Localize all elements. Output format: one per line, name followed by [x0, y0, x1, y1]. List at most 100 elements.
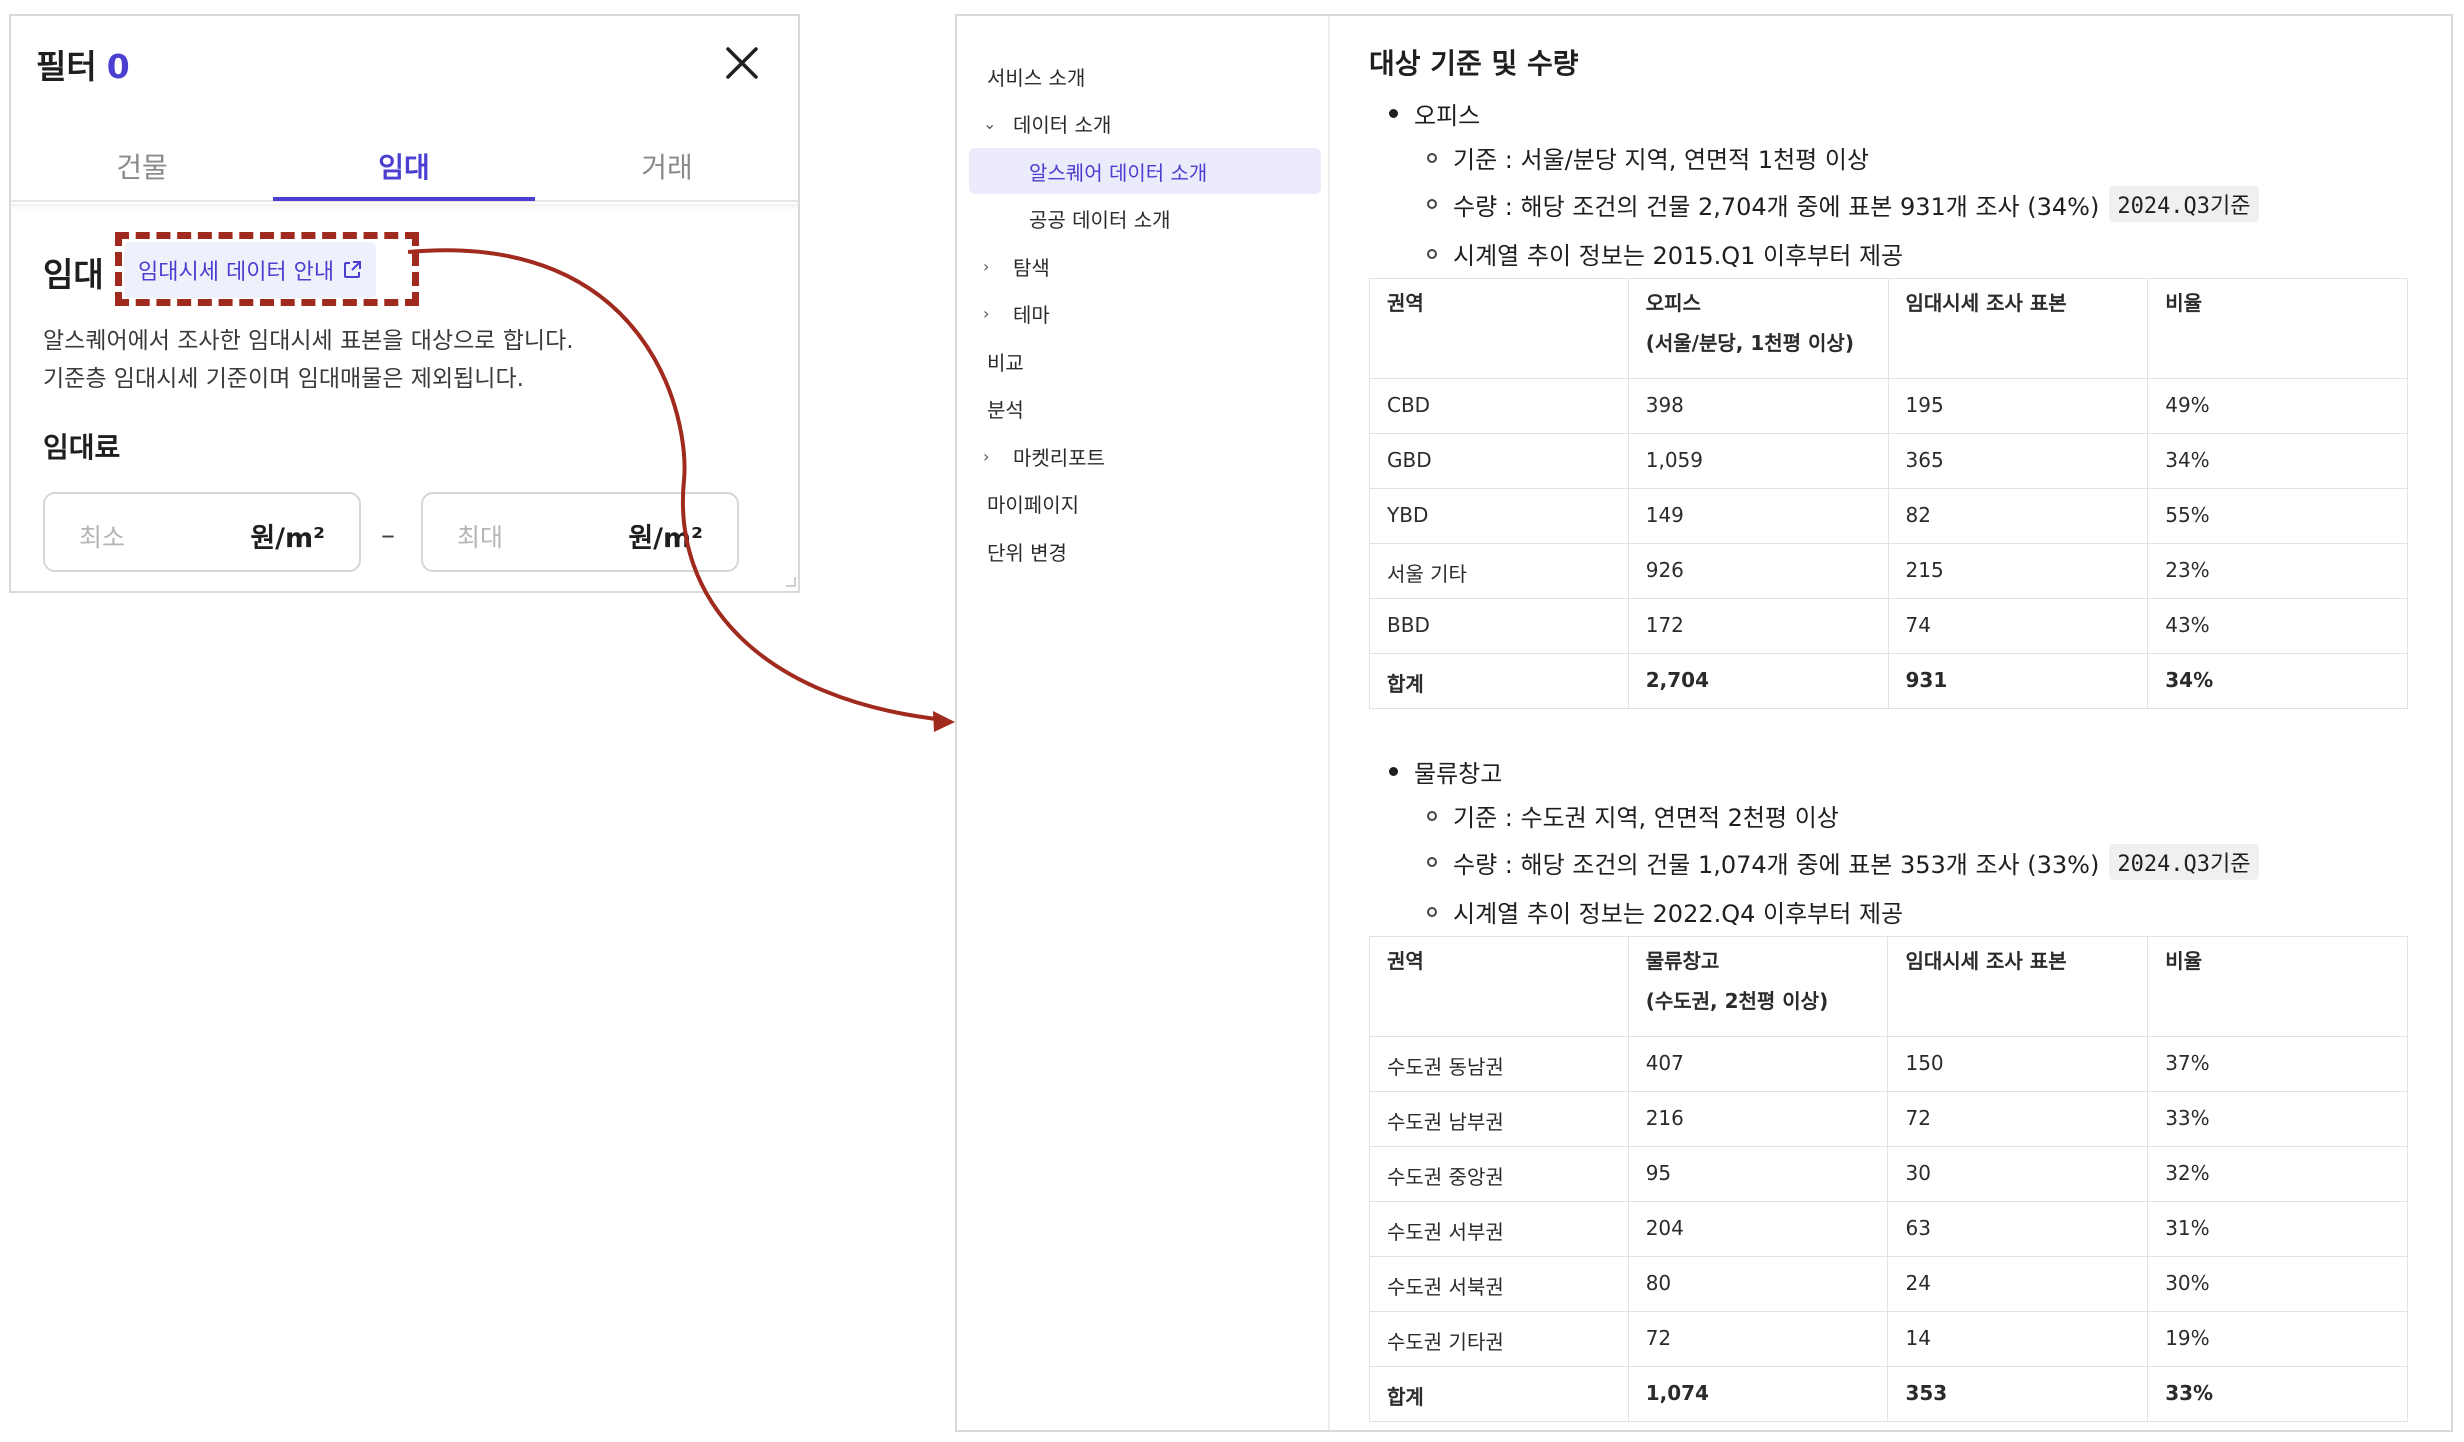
table-cell: 30%: [2147, 1256, 2408, 1312]
table-cell: 수도권 서북권: [1369, 1256, 1629, 1312]
table-cell: 216: [1627, 1091, 1889, 1147]
table-header-row: 권역 오피스 (서울/분당, 1천평 이상) 임대시세 조사 표본 비율: [1369, 278, 2408, 379]
bullet-ring: [1427, 152, 1437, 163]
table-cell: 72: [1887, 1091, 2149, 1147]
table-cell: 407: [1627, 1036, 1889, 1092]
table-cell: 23%: [2147, 543, 2408, 599]
logistics-title: 물류창고: [1414, 760, 1503, 788]
sidebar-item-label: 탐색: [1013, 255, 1050, 280]
column-header: 임대시세 조사 표본: [1887, 936, 2149, 1037]
table-cell: GBD: [1369, 433, 1629, 489]
description-line-1: 알스퀘어에서 조사한 임대시세 표본을 대상으로 합니다.: [43, 328, 574, 354]
rent-min-input[interactable]: 최소 원/m²: [43, 492, 361, 572]
sidebar-item[interactable]: 마이페이지: [969, 481, 1321, 527]
column-header: 임대시세 조사 표본: [1887, 278, 2149, 379]
table-cell: 37%: [2147, 1036, 2408, 1092]
table-total-cell: 353: [1887, 1366, 2149, 1422]
table-cell: 204: [1627, 1201, 1889, 1257]
office-quantity-code-value: 2024.Q3: [2117, 194, 2211, 219]
tab-transaction[interactable]: 거래: [535, 146, 799, 186]
rent-min-placeholder: 최소: [79, 523, 126, 552]
chevron-right-icon: ›: [983, 304, 990, 323]
bullet-ring: [1427, 248, 1437, 259]
bullet-ring: [1427, 857, 1437, 867]
logistics-criteria: 기준 : 수도권 지역, 연면적 2천평 이상: [1427, 798, 1839, 833]
table-cell: 80: [1627, 1256, 1889, 1312]
office-quantity-text: 수량 : 해당 조건의 건물 2,704개 중에 표본 931개 조사 (34%…: [1453, 192, 2100, 221]
table-cell: YBD: [1369, 488, 1629, 544]
office-title: 오피스: [1414, 102, 1481, 130]
rent-max-placeholder: 최대: [457, 523, 504, 552]
chevron-down-icon: ⌄: [983, 114, 997, 133]
filter-header: 필터 0: [11, 16, 798, 106]
table-cell: 195: [1887, 378, 2149, 434]
sidebar-item[interactable]: 서비스 소개: [969, 53, 1321, 99]
sidebar-item[interactable]: › 탐색: [969, 243, 1321, 289]
highlight-dashed-box: [115, 232, 419, 306]
office-quantity-code-suffix: 기준: [2210, 194, 2251, 219]
filter-description: 알스퀘어에서 조사한 임대시세 표본을 대상으로 합니다. 기준층 임대시세 기…: [43, 322, 574, 398]
sidebar-item[interactable]: › 테마: [969, 291, 1321, 337]
table-cell: 365: [1887, 433, 2149, 489]
resize-handle[interactable]: [786, 577, 796, 587]
sidebar-item[interactable]: › 마켓리포트: [969, 433, 1321, 479]
sidebar-item[interactable]: 비교: [969, 338, 1321, 384]
table-total-cell: 33%: [2147, 1366, 2408, 1422]
close-icon[interactable]: [723, 44, 761, 82]
table-cell: 95: [1627, 1146, 1889, 1202]
office-timeseries-text: 시계열 추이 정보는 2015.Q1 이후부터 제공: [1453, 242, 1904, 270]
table-row: GBD 1,059 365 34%: [1369, 433, 2408, 489]
sidebar-item[interactable]: ⌄ 데이터 소개: [969, 101, 1321, 147]
range-separator: –: [381, 518, 395, 551]
office-criteria-text: 기준 : 서울/분당 지역, 연면적 1천평 이상: [1453, 146, 1870, 174]
tab-building[interactable]: 건물: [11, 146, 273, 186]
table-cell: 서울 기타: [1369, 543, 1629, 599]
table-row: 수도권 기타권 72 14 19%: [1369, 1311, 2408, 1367]
table-row: 수도권 동남권 407 150 37%: [1369, 1036, 2408, 1092]
rent-max-unit: 원/m²: [628, 523, 703, 554]
sidebar-item-label: 비교: [987, 350, 1024, 375]
table-row: CBD 398 195 49%: [1369, 378, 2408, 434]
table-cell: 1,059: [1627, 433, 1889, 489]
table-cell: 74: [1887, 598, 2149, 654]
table-cell: CBD: [1369, 378, 1629, 434]
description-line-2: 기준층 임대시세 기준이며 임대매물은 제외됩니다.: [43, 366, 524, 392]
table-header-row: 권역 물류창고 (수도권, 2천평 이상) 임대시세 조사 표본 비율: [1369, 936, 2408, 1037]
chevron-right-icon: ›: [983, 446, 990, 466]
filter-body: 임대 임대시세 데이터 안내 알스퀘어에서 조사한 임대시세 표본을 대상으로 …: [11, 204, 798, 589]
table-cell: 19%: [2147, 1311, 2408, 1367]
chevron-right-icon: ›: [983, 256, 990, 276]
logistics-table: 권역 물류창고 (수도권, 2천평 이상) 임대시세 조사 표본 비율 수도권 동남권 4…: [1369, 936, 2408, 1422]
sidebar-item-label: 알스퀘어 데이터 소개: [1029, 160, 1208, 185]
column-header: 물류창고 (수도권, 2천평 이상): [1627, 936, 1889, 1037]
filter-panel: 필터 0 건물 임대 거래 임대 임대시세 데이터 안내 알스퀘어에서 조사한 임…: [9, 14, 800, 593]
sidebar-item[interactable]: 단위 변경: [969, 528, 1321, 574]
tab-lease[interactable]: 임대: [273, 146, 535, 186]
bullet-ring: [1427, 810, 1437, 821]
table-cell: 72: [1627, 1311, 1889, 1367]
sidebar-item-label: 테마: [1013, 303, 1050, 327]
active-tab-indicator: [273, 197, 535, 201]
office-timeseries: 시계열 추이 정보는 2015.Q1 이후부터 제공: [1427, 236, 1903, 271]
sidebar-item[interactable]: 분석: [969, 386, 1321, 432]
office-criteria: 기준 : 서울/분당 지역, 연면적 1천평 이상: [1427, 140, 1869, 175]
table-cell: 150: [1887, 1036, 2149, 1092]
logistics-timeseries-text: 시계열 추이 정보는 2022.Q4 이후부터 제공: [1453, 900, 1904, 928]
table-cell: 33%: [2147, 1091, 2408, 1147]
sidebar-item-label: 분석: [987, 398, 1024, 422]
filter-title: 필터 0: [36, 40, 130, 88]
sidebar-item[interactable]: 알스퀘어 데이터 소개: [969, 148, 1321, 194]
table-cell: 49%: [2147, 378, 2408, 434]
rent-max-input[interactable]: 최대 원/m²: [421, 492, 739, 572]
section-heading: 대상 기준 및 수량: [1369, 47, 1579, 80]
bullet-dot: [1389, 109, 1398, 118]
table-total-cell: 1,074: [1627, 1366, 1889, 1422]
office-quantity: 수량 : 해당 조건의 건물 2,704개 중에 표본 931개 조사 (34%…: [1427, 186, 2259, 222]
table-total-row: 합계 1,074 353 33%: [1369, 1366, 2408, 1422]
table-total-cell: 합계: [1369, 1366, 1629, 1422]
table-cell: 24: [1887, 1256, 2149, 1312]
filter-tabs: 건물 임대 거래: [11, 128, 798, 202]
table-cell: 43%: [2147, 598, 2408, 654]
sidebar-item[interactable]: 공공 데이터 소개: [969, 196, 1321, 242]
table-total-cell: 합계: [1369, 653, 1629, 709]
